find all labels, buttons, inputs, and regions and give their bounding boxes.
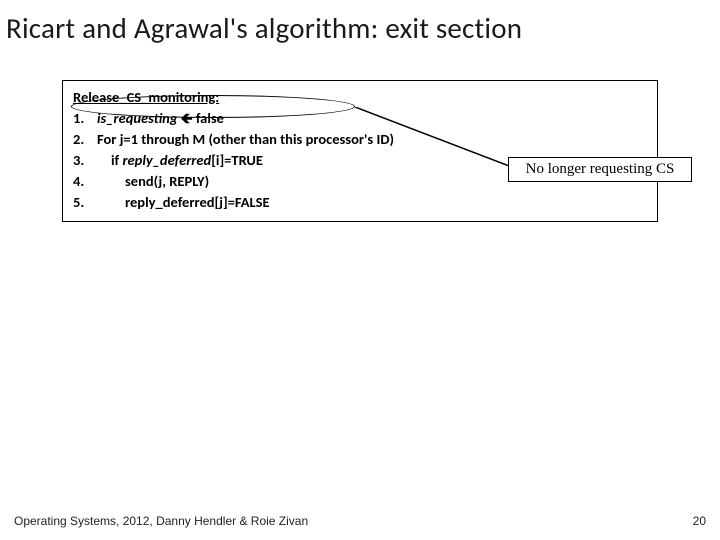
footer-text: Operating Systems, 2012, Danny Hendler &… [14, 514, 308, 528]
highlight-oval [71, 95, 355, 118]
code-line: 2.For j=1 through M (other than this pro… [73, 129, 647, 150]
code-line: 5.reply_deferred[j]=FALSE [73, 192, 647, 213]
callout-box: No longer requesting CS [508, 157, 692, 182]
page-number: 20 [693, 514, 706, 528]
slide: Ricart and Agrawal's algorithm: exit sec… [0, 0, 720, 540]
slide-title: Ricart and Agrawal's algorithm: exit sec… [0, 0, 720, 46]
